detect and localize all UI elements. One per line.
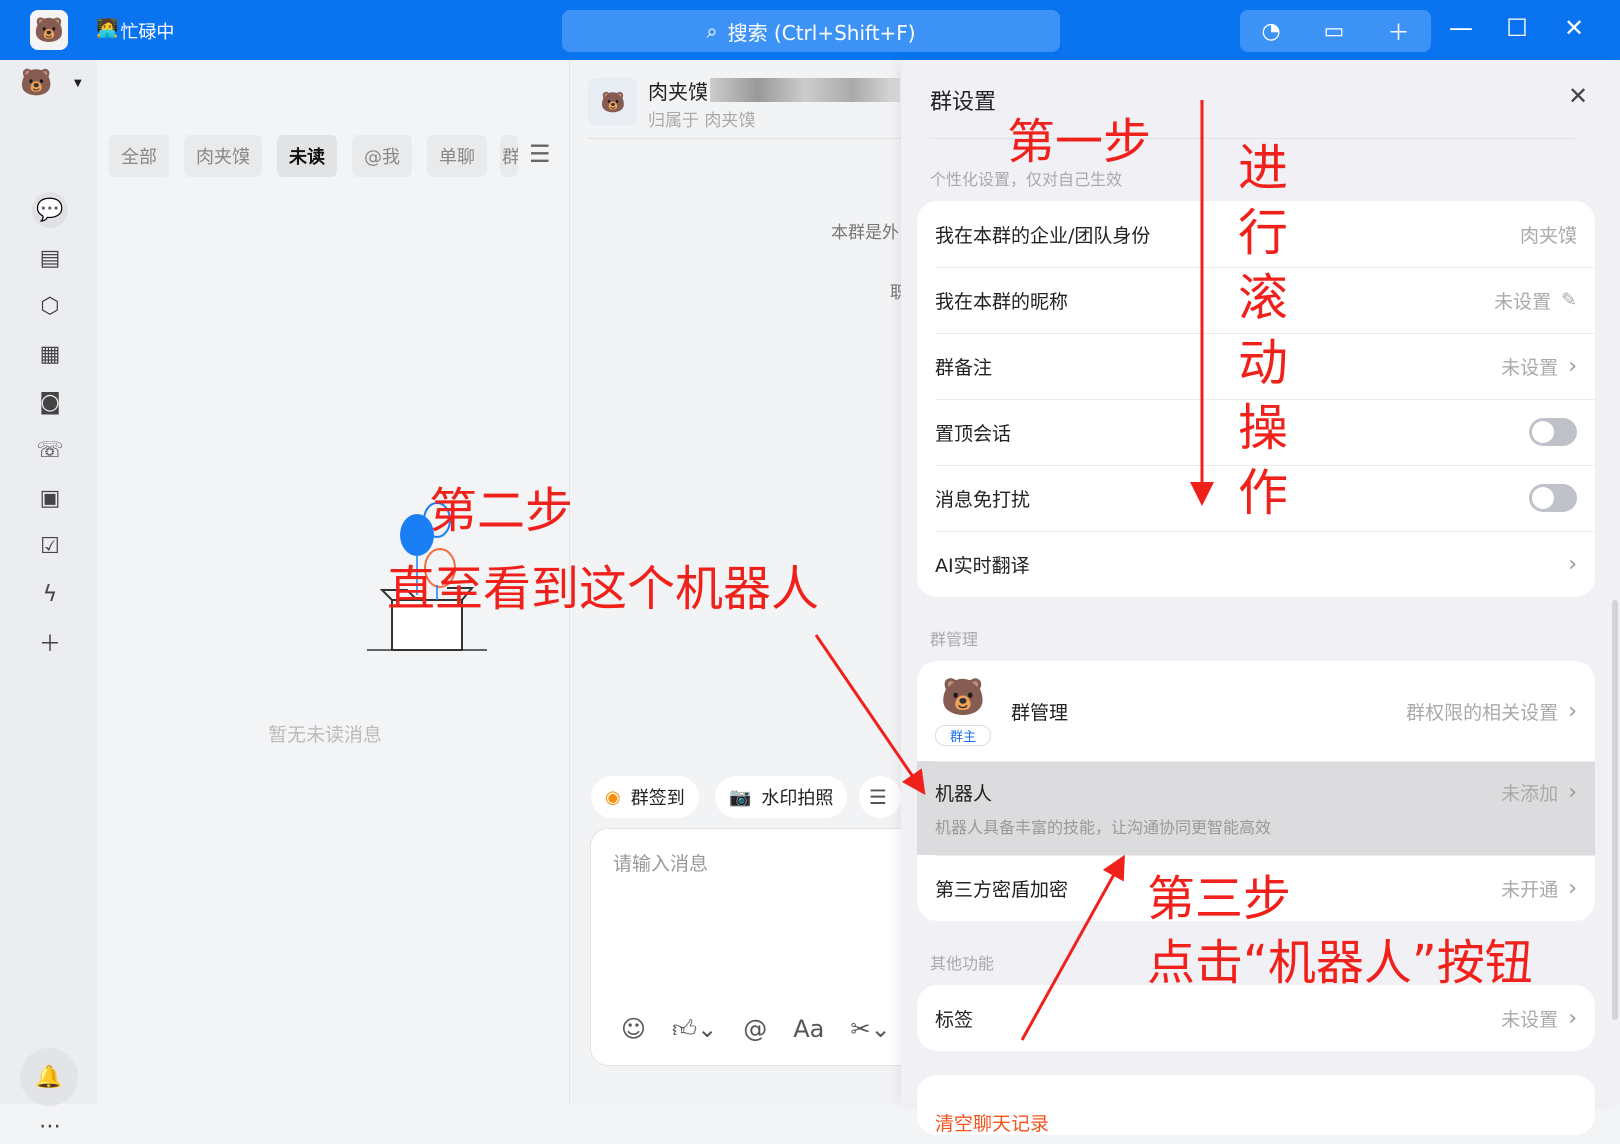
annotation-char: 动 [1238,334,1288,392]
annotation-char: 进 [1238,139,1288,197]
annotation-char: 滚 [1238,269,1288,327]
annotation-char: 作 [1238,464,1288,522]
annotation-step3: 第三步 [1147,871,1292,927]
annotation-char: 行 [1238,204,1288,262]
step2-arrow [814,634,926,795]
more-icon[interactable]: ⋯ [32,1108,68,1144]
annotation-char: 操 [1238,399,1288,457]
annotation-step2: 第二步 [429,483,574,539]
annotation-step1: 第一步 [1007,114,1152,170]
annotation-step3-desc: 点击“机器人”按钮 [1147,935,1533,991]
step3-arrow [1020,854,1125,1041]
annotation-scroll: 进行滚动操作 [1238,136,1290,526]
annotation-step2-desc: 直至看到这个机器人 [387,561,820,617]
